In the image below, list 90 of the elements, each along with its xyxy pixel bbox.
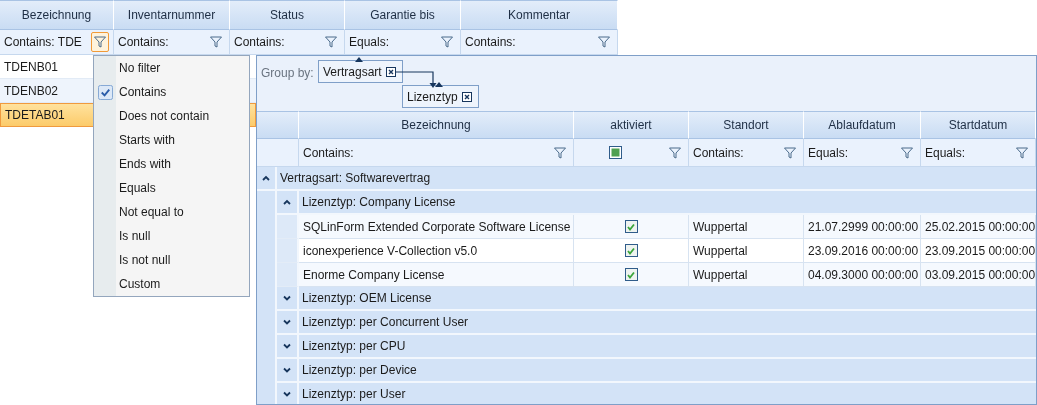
menu-item[interactable]: Starts with <box>94 128 249 152</box>
group-row[interactable]: Lizenztyp: per CPU <box>299 335 1036 359</box>
column-header[interactable]: Status <box>230 0 345 30</box>
filter-cell[interactable]: Contains: <box>114 30 230 55</box>
expander[interactable] <box>257 167 277 191</box>
filter-text: Contains: <box>693 145 744 160</box>
filter-text: Contains: <box>303 145 354 160</box>
table-cell-text: TDETAB01 <box>4 108 65 122</box>
group-chip[interactable]: Vertragsart <box>318 60 403 83</box>
expand-icon[interactable] <box>283 295 291 301</box>
expand-icon[interactable] <box>283 319 291 325</box>
filter-text: Contains: <box>465 35 516 49</box>
menu-item[interactable]: Is not null <box>94 248 249 272</box>
filter-text: Equals: <box>349 35 390 49</box>
sort-icon <box>435 82 443 87</box>
filter-icon[interactable] <box>1016 146 1028 159</box>
group-row[interactable]: Lizenztyp: per Concurrent User <box>299 311 1036 335</box>
filter-text: Contains: <box>118 35 169 49</box>
filter-icon[interactable] <box>210 36 222 48</box>
column-header[interactable]: Startdatum <box>921 111 1036 139</box>
filter-icon[interactable] <box>94 36 106 48</box>
group-row[interactable]: Lizenztyp: per User <box>299 383 1036 404</box>
filter-icon[interactable] <box>441 36 453 48</box>
filter-cell[interactable] <box>574 139 689 167</box>
remove-icon[interactable] <box>385 66 396 77</box>
column-header[interactable]: Standort <box>689 111 804 139</box>
group-chip[interactable]: Lizenztyp <box>402 85 479 108</box>
group-row[interactable]: Lizenztyp: Company License <box>299 191 1036 215</box>
filter-icon[interactable] <box>901 146 913 159</box>
filter-cell[interactable]: Contains: TDE <box>0 30 114 55</box>
column-header[interactable]: aktiviert <box>574 111 689 139</box>
column-header[interactable]: Bezeichnung <box>299 111 574 139</box>
filter-cell[interactable]: Equals: <box>804 139 921 167</box>
checkbox[interactable] <box>624 244 638 257</box>
filter-cell[interactable]: Contains: <box>461 30 618 55</box>
column-header[interactable]: Bezeichnung <box>0 0 114 30</box>
filter-icon[interactable] <box>554 146 566 159</box>
menu-item[interactable]: Ends with <box>94 152 249 176</box>
header-corner <box>257 111 299 139</box>
menu-item[interactable]: Does not contain <box>94 104 249 128</box>
menu-item[interactable]: Not equal to <box>94 200 249 224</box>
filter-text: Contains: <box>234 35 285 49</box>
column-header[interactable]: Kommentar <box>461 0 618 30</box>
filter-icon[interactable] <box>669 146 681 159</box>
menu-item[interactable]: Custom <box>94 272 249 296</box>
remove-icon[interactable] <box>461 91 472 102</box>
menu-item[interactable]: Contains <box>94 80 249 104</box>
collapse-icon[interactable] <box>262 175 270 181</box>
group-row[interactable]: Vertragsart: Softwarevertrag <box>277 167 1036 191</box>
column-header[interactable]: Inventarnummer <box>114 0 230 30</box>
expand-icon[interactable] <box>283 343 291 349</box>
filter-text: Contains: TDE <box>4 35 82 49</box>
menu-item[interactable]: Is null <box>94 224 249 248</box>
group-label: Vertragsart <box>323 64 382 79</box>
sort-icon <box>355 57 363 62</box>
filter-cell[interactable]: Contains: <box>299 139 574 167</box>
filter-cell[interactable]: Equals: <box>345 30 461 55</box>
checkbox[interactable] <box>624 268 638 281</box>
checkbox[interactable] <box>624 220 638 233</box>
table-cell-text: TDENB01 <box>3 59 59 74</box>
filter-text: Equals: <box>925 145 966 160</box>
expander[interactable] <box>277 383 299 404</box>
group-label: Lizenztyp <box>407 89 458 104</box>
row-indent <box>277 239 299 263</box>
expander[interactable] <box>277 191 299 215</box>
filter-cell[interactable]: Contains: <box>230 30 345 55</box>
expand-icon[interactable] <box>283 391 291 397</box>
menu-item[interactable]: No filter <box>94 56 249 80</box>
checkbox[interactable] <box>609 146 622 159</box>
column-header[interactable]: Garantie bis <box>345 0 461 30</box>
expander[interactable] <box>277 359 299 383</box>
filter-text: Equals: <box>808 145 849 160</box>
column-header[interactable]: Ablaufdatum <box>804 111 921 139</box>
filter-cell[interactable]: Equals: <box>921 139 1036 167</box>
expander[interactable] <box>277 287 299 311</box>
expander[interactable] <box>277 335 299 359</box>
group-by-label: Group by: <box>261 66 314 80</box>
filter-icon[interactable] <box>598 36 610 48</box>
filter-cell[interactable]: Contains: <box>689 139 804 167</box>
group-row[interactable]: Lizenztyp: per Device <box>299 359 1036 383</box>
connector-arrow <box>396 71 438 89</box>
filter-icon[interactable] <box>325 36 337 48</box>
filter-icon[interactable] <box>784 146 796 159</box>
group-row[interactable]: Lizenztyp: OEM License <box>299 287 1036 311</box>
menu-item[interactable]: Equals <box>94 176 249 200</box>
filter-button[interactable] <box>91 32 109 52</box>
collapse-icon[interactable] <box>283 199 291 205</box>
expander[interactable] <box>277 311 299 335</box>
table-cell-text: TDENB02 <box>3 83 59 98</box>
expand-icon[interactable] <box>283 367 291 373</box>
